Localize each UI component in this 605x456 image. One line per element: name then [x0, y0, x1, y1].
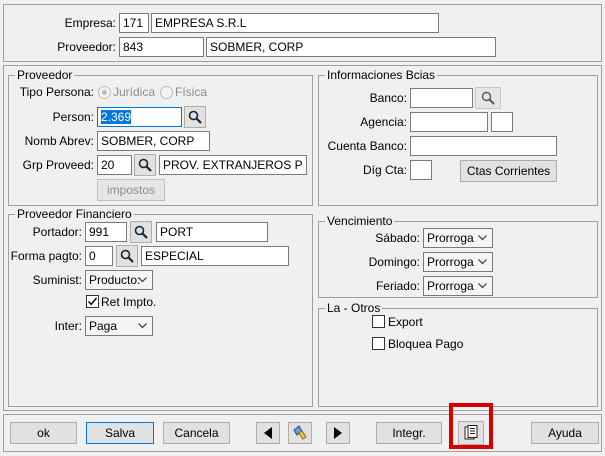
forma-pagto-search-button[interactable]	[116, 245, 138, 267]
arrow-left-icon	[264, 427, 272, 439]
fisica-label: Física	[175, 85, 208, 99]
chevron-down-icon	[476, 253, 488, 271]
export-label: Export	[388, 315, 423, 329]
empresa-code-field[interactable]: 171	[119, 13, 149, 33]
search-icon	[481, 91, 495, 105]
chevron-down-icon	[136, 317, 148, 335]
search-icon	[120, 249, 134, 263]
domingo-select[interactable]: Prorroga	[423, 252, 493, 272]
clear-button[interactable]	[288, 422, 312, 444]
tipo-persona-label: Tipo Persona:	[19, 85, 94, 99]
integr-button[interactable]: Integr.	[376, 422, 442, 444]
feriado-label: Feriado:	[375, 279, 420, 293]
inter-value: Paga	[89, 319, 118, 333]
grp-proveed-code-field[interactable]: 20	[97, 155, 132, 175]
grp-proveed-search-button[interactable]	[134, 154, 156, 176]
juridica-radio[interactable]	[98, 86, 111, 99]
empresa-name-field[interactable]: EMPRESA S.R.L	[151, 13, 439, 33]
banco-field[interactable]	[410, 88, 473, 108]
domingo-label: Domingo:	[368, 255, 420, 269]
next-button[interactable]	[326, 422, 350, 444]
agencia-label: Agencia:	[360, 115, 407, 129]
checkmark-icon	[87, 297, 98, 306]
cancela-button[interactable]: Cancela	[163, 422, 230, 444]
arrow-right-icon	[334, 427, 342, 439]
chevron-down-icon	[476, 277, 488, 295]
suminist-select[interactable]: Producto:	[85, 270, 153, 290]
report-button[interactable]	[458, 421, 484, 445]
document-icon	[464, 425, 478, 440]
ayuda-button[interactable]: Ayuda	[531, 422, 599, 444]
bancos-legend: Informaciones Bcias	[327, 68, 436, 82]
cuenta-banco-field[interactable]	[410, 136, 557, 156]
cuenta-banco-label: Cuenta Banco:	[327, 139, 407, 153]
suminist-value: Producto:	[89, 273, 141, 287]
person-label: Person:	[52, 110, 94, 124]
bloquea-pago-label: Bloquea Pago	[388, 337, 464, 351]
portador-code-field[interactable]: 991	[85, 222, 127, 242]
sabado-value: Prorroga	[427, 231, 474, 245]
sabado-label: Sábado:	[375, 231, 420, 245]
domingo-value: Prorroga	[427, 255, 474, 269]
otros-group: La - Otros	[318, 301, 598, 407]
fisica-radio[interactable]	[160, 86, 173, 99]
banco-search-button[interactable]	[475, 87, 501, 109]
flashlight-icon	[293, 425, 307, 440]
feriado-select[interactable]: Prorroga	[423, 276, 493, 296]
chevron-down-icon	[476, 229, 488, 247]
person-value: 2.369	[101, 110, 132, 124]
previous-button[interactable]	[256, 422, 280, 444]
forma-pagto-code-field[interactable]: 0	[85, 246, 113, 266]
salva-button[interactable]: Salva	[86, 422, 154, 444]
grp-proveed-name-field[interactable]: PROV. EXTRANJEROS P	[159, 155, 307, 175]
inter-select[interactable]: Paga	[85, 316, 153, 336]
vencimiento-legend: Vencimiento	[327, 214, 393, 228]
nomb-abrev-field[interactable]: SOBMER, CORP	[97, 131, 210, 151]
inter-label: Inter:	[54, 319, 82, 333]
search-icon	[188, 110, 202, 124]
chevron-down-icon	[136, 271, 148, 289]
otros-legend: La - Otros	[327, 301, 381, 315]
person-search-button[interactable]	[184, 106, 206, 128]
proveedor-code-field[interactable]: 843	[119, 37, 204, 57]
portador-name-field[interactable]: PORT	[156, 222, 268, 242]
nomb-abrev-label: Nomb Abrev:	[24, 134, 94, 148]
agencia-digit-field[interactable]	[491, 112, 513, 132]
sabado-select[interactable]: Prorroga	[423, 228, 493, 248]
grp-proveed-label: Grp Proveed:	[22, 158, 94, 172]
financiero-legend: Proveedor Financiero	[17, 207, 132, 221]
proveedor-label: Proveedor:	[57, 40, 116, 54]
ret-impto-checkbox[interactable]	[86, 295, 99, 308]
person-field[interactable]: 2.369	[97, 107, 182, 127]
bloquea-pago-checkbox[interactable]	[372, 337, 385, 350]
feriado-value: Prorroga	[427, 279, 474, 293]
proveedor-legend: Proveedor	[17, 68, 73, 82]
search-icon	[134, 225, 148, 239]
ret-impto-label: Ret Impto.	[101, 295, 157, 309]
dig-cta-label: Díg Cta:	[362, 163, 407, 177]
agencia-field[interactable]	[410, 112, 488, 132]
impostos-button[interactable]: impostos	[97, 179, 165, 201]
portador-search-button[interactable]	[130, 221, 152, 243]
banco-label: Banco:	[369, 91, 407, 105]
ok-button[interactable]: ok	[10, 422, 77, 444]
proveedor-name-field[interactable]: SOBMER, CORP	[206, 37, 496, 57]
search-icon	[138, 158, 152, 172]
empresa-label: Empresa:	[64, 16, 116, 30]
forma-pagto-name-field[interactable]: ESPECIAL	[141, 246, 289, 266]
juridica-label: Jurídica	[113, 85, 156, 99]
dig-cta-field[interactable]	[410, 160, 432, 180]
portador-label: Portador:	[32, 225, 82, 239]
ctas-corrientes-button[interactable]: Ctas Corrientes	[460, 160, 557, 182]
suminist-label: Suminist:	[32, 273, 82, 287]
forma-pagto-label: Forma pagto:	[10, 249, 82, 263]
export-checkbox[interactable]	[372, 315, 385, 328]
